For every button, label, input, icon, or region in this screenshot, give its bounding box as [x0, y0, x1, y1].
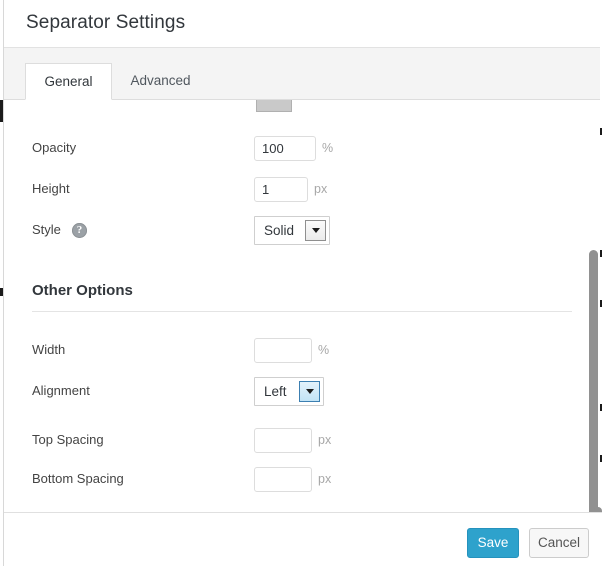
tab-general-label: General [44, 74, 93, 89]
window-left-edge-mark [0, 100, 3, 122]
height-input[interactable] [254, 177, 308, 202]
dialog-body-scroll-area: Opacity % Height px Style ? Solid Other … [4, 100, 602, 512]
vertical-scrollbar-track[interactable] [587, 100, 601, 566]
tab-advanced-label: Advanced [130, 73, 191, 88]
window-left-edge-mark-secondary [0, 288, 3, 296]
label-alignment: Alignment [32, 383, 90, 398]
field-row-width: Width % [4, 338, 602, 366]
alignment-select[interactable]: Left [254, 377, 324, 406]
style-select-value: Solid [264, 223, 295, 238]
alignment-select-value: Left [264, 384, 287, 399]
label-top-spacing: Top Spacing [32, 432, 104, 447]
chevron-down-icon[interactable] [305, 220, 326, 241]
label-opacity: Opacity [32, 140, 77, 155]
opacity-unit: % [322, 141, 334, 155]
label-height: Height [32, 181, 70, 196]
field-row-opacity: Opacity % [4, 136, 602, 164]
section-heading-other-options: Other Options [32, 282, 133, 299]
field-row-style: Style ? Solid [4, 216, 602, 246]
width-input[interactable] [254, 338, 312, 363]
tab-bar: General Advanced [4, 48, 602, 100]
field-row-alignment: Alignment Left [4, 377, 602, 407]
label-width: Width [32, 342, 66, 357]
height-unit: px [314, 182, 328, 196]
page-title: Separator Settings [26, 12, 186, 33]
separator-settings-dialog: Separator Settings General Advanced Opac… [0, 0, 602, 566]
cancel-button[interactable]: Cancel [529, 528, 589, 558]
field-row-top-spacing: Top Spacing px [4, 428, 602, 456]
bottom-spacing-unit: px [318, 472, 332, 486]
dialog-footer: Save Cancel [4, 512, 602, 566]
field-row-bottom-spacing: Bottom Spacing px [4, 467, 602, 495]
field-row-height: Height px [4, 177, 602, 205]
top-spacing-unit: px [318, 433, 332, 447]
save-button[interactable]: Save [467, 528, 519, 558]
tab-general[interactable]: General [25, 63, 112, 100]
top-spacing-input[interactable] [254, 428, 312, 453]
color-swatch[interactable] [256, 100, 292, 112]
label-bottom-spacing: Bottom Spacing [32, 471, 124, 486]
label-style: Style [32, 222, 61, 237]
section-divider [32, 311, 572, 312]
width-unit: % [318, 343, 330, 357]
dialog-header: Separator Settings [4, 0, 602, 48]
opacity-input[interactable] [254, 136, 316, 161]
help-icon[interactable]: ? [72, 223, 87, 238]
style-select[interactable]: Solid [254, 216, 330, 245]
tab-advanced[interactable]: Advanced [114, 63, 207, 100]
chevron-down-icon[interactable] [299, 381, 320, 402]
bottom-spacing-input[interactable] [254, 467, 312, 492]
